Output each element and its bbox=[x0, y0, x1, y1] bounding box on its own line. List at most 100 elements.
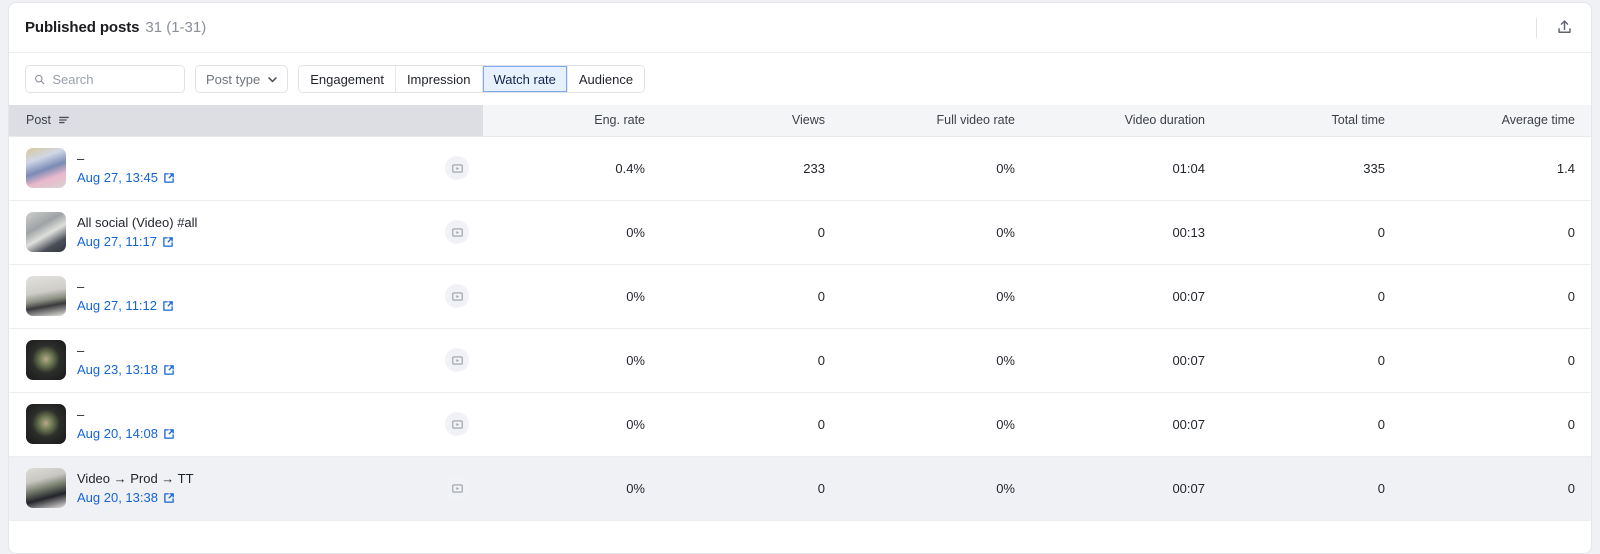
filters-toolbar: Post type EngagementImpressionWatch rate… bbox=[9, 53, 1591, 105]
cell-eng-rate: 0.4% bbox=[615, 160, 645, 176]
cell-total-time: 0 bbox=[1377, 480, 1385, 496]
metric-tab-group: Engagement Impression Watch rate Audience bbox=[298, 65, 646, 93]
export-upload-icon bbox=[1557, 20, 1571, 33]
table-row[interactable]: – Aug 27, 11:12 0% 0 0% 00:07 0 0 bbox=[9, 264, 1591, 328]
table-row[interactable]: – Aug 23, 13:18 0% 0 0% 00:07 0 0 bbox=[9, 328, 1591, 392]
post-thumbnail[interactable] bbox=[26, 340, 66, 380]
sort-descending-icon bbox=[59, 117, 69, 124]
cell-views: 0 bbox=[817, 416, 825, 432]
video-play-icon bbox=[445, 412, 469, 436]
cell-eng-rate: 0% bbox=[626, 224, 645, 240]
page-title: Published posts 31 (1-31) bbox=[25, 19, 1536, 36]
post-date-link[interactable]: Aug 23, 13:18 bbox=[77, 361, 158, 378]
cell-video-duration: 00:07 bbox=[1172, 416, 1205, 432]
cell-full-video-rate: 0% bbox=[996, 288, 1015, 304]
post-cell: – Aug 27, 13:45 bbox=[9, 136, 483, 200]
column-header-total-time[interactable]: Total time bbox=[1223, 105, 1403, 137]
page-title-text: Published posts bbox=[25, 19, 140, 36]
column-header-video-duration[interactable]: Video duration bbox=[1033, 105, 1223, 137]
post-cell: – Aug 27, 11:12 bbox=[9, 264, 483, 328]
table-body: – Aug 27, 13:45 0.4% 233 0% 01:04 335 1.4 All so… bbox=[9, 136, 1591, 520]
video-play-icon bbox=[445, 220, 469, 244]
cell-views: 0 bbox=[817, 224, 825, 240]
post-cell: – Aug 20, 14:08 bbox=[9, 392, 483, 456]
metric-tab-watch-rate[interactable]: Watch rate bbox=[482, 66, 568, 92]
cell-video-duration: 00:07 bbox=[1172, 480, 1205, 496]
external-link-icon[interactable] bbox=[163, 492, 175, 504]
post-date-link[interactable]: Aug 20, 14:08 bbox=[77, 425, 158, 442]
cell-eng-rate: 0% bbox=[626, 288, 645, 304]
post-date-link[interactable]: Aug 27, 11:17 bbox=[77, 233, 157, 250]
card-header: Published posts 31 (1-31) bbox=[9, 3, 1591, 53]
metric-tab-impression[interactable]: Impression bbox=[395, 66, 483, 92]
cell-views: 0 bbox=[817, 288, 825, 304]
metric-tab-engagement[interactable]: Engagement bbox=[299, 66, 396, 92]
post-thumbnail[interactable] bbox=[26, 276, 66, 316]
cell-views: 0 bbox=[817, 480, 825, 496]
cell-average-time: 0 bbox=[1567, 352, 1575, 368]
cell-total-time: 0 bbox=[1377, 288, 1385, 304]
cell-average-time: 0 bbox=[1567, 416, 1575, 432]
cell-total-time: 0 bbox=[1377, 352, 1385, 368]
post-type-dropdown[interactable]: Post type bbox=[195, 65, 289, 93]
post-date-link[interactable]: Aug 27, 13:45 bbox=[77, 169, 158, 186]
column-header-post[interactable]: Post bbox=[9, 105, 483, 137]
search-box[interactable] bbox=[25, 65, 185, 93]
column-header-average-time[interactable]: Average time bbox=[1403, 105, 1591, 137]
external-link-icon[interactable] bbox=[163, 172, 175, 184]
cell-video-duration: 00:07 bbox=[1172, 352, 1205, 368]
post-title: All social (Video) #all bbox=[77, 215, 198, 230]
external-link-icon[interactable] bbox=[163, 428, 175, 440]
video-play-icon bbox=[445, 156, 469, 180]
table-row[interactable]: Video → Prod → TT Aug 20, 13:38 0% 0 0% 00:07… bbox=[9, 456, 1591, 520]
cell-average-time: 0 bbox=[1567, 224, 1575, 240]
table-row[interactable]: – Aug 20, 14:08 0% 0 0% 00:07 0 0 bbox=[9, 392, 1591, 456]
posts-table: Post Eng. rate Views Full video rate Vid… bbox=[9, 105, 1591, 521]
post-date-link[interactable]: Aug 27, 11:12 bbox=[77, 297, 157, 314]
table-row[interactable]: All social (Video) #all Aug 27, 11:17 0% 0 0… bbox=[9, 200, 1591, 264]
column-header-full-video-rate[interactable]: Full video rate bbox=[843, 105, 1033, 137]
post-thumbnail[interactable] bbox=[26, 212, 66, 252]
post-title: Video → Prod → TT bbox=[77, 471, 194, 486]
external-link-icon[interactable] bbox=[163, 364, 175, 376]
cell-full-video-rate: 0% bbox=[996, 160, 1015, 176]
column-header-post-label: Post bbox=[26, 113, 52, 128]
post-cell: Video → Prod → TT Aug 20, 13:38 bbox=[9, 456, 483, 520]
video-play-icon bbox=[445, 476, 469, 500]
post-title: – bbox=[77, 151, 85, 166]
post-thumbnail[interactable] bbox=[26, 404, 66, 444]
header-divider bbox=[1536, 17, 1537, 38]
external-link-icon[interactable] bbox=[162, 236, 174, 248]
column-header-eng-rate[interactable]: Eng. rate bbox=[483, 105, 663, 137]
column-header-views[interactable]: Views bbox=[663, 105, 843, 137]
search-icon bbox=[35, 74, 45, 84]
cell-average-time: 1.4 bbox=[1556, 160, 1575, 176]
cell-average-time: 0 bbox=[1567, 480, 1575, 496]
cell-views: 233 bbox=[803, 160, 825, 176]
post-count: 31 (1-31) bbox=[145, 19, 207, 36]
search-input[interactable] bbox=[52, 71, 176, 87]
post-type-label: Post type bbox=[206, 71, 261, 87]
cell-full-video-rate: 0% bbox=[996, 416, 1015, 432]
post-cell: – Aug 23, 13:18 bbox=[9, 328, 483, 392]
cell-video-duration: 00:13 bbox=[1172, 224, 1205, 240]
cell-video-duration: 01:04 bbox=[1172, 160, 1205, 176]
metric-tab-audience[interactable]: Audience bbox=[567, 66, 645, 92]
cell-full-video-rate: 0% bbox=[996, 352, 1015, 368]
cell-eng-rate: 0% bbox=[626, 352, 645, 368]
cell-total-time: 0 bbox=[1377, 224, 1385, 240]
post-thumbnail[interactable] bbox=[26, 148, 66, 188]
cell-average-time: 0 bbox=[1567, 288, 1575, 304]
video-play-icon bbox=[445, 348, 469, 372]
post-date-link[interactable]: Aug 20, 13:38 bbox=[77, 489, 158, 506]
table-row[interactable]: – Aug 27, 13:45 0.4% 233 0% 01:04 335 1.4 bbox=[9, 136, 1591, 200]
post-title: – bbox=[77, 407, 85, 422]
cell-eng-rate: 0% bbox=[626, 416, 645, 432]
video-play-icon bbox=[445, 284, 469, 308]
post-title: – bbox=[77, 279, 85, 294]
post-thumbnail[interactable] bbox=[26, 468, 66, 508]
cell-full-video-rate: 0% bbox=[996, 480, 1015, 496]
cell-eng-rate: 0% bbox=[626, 480, 645, 496]
external-link-icon[interactable] bbox=[162, 300, 174, 312]
export-button[interactable] bbox=[1551, 15, 1577, 41]
